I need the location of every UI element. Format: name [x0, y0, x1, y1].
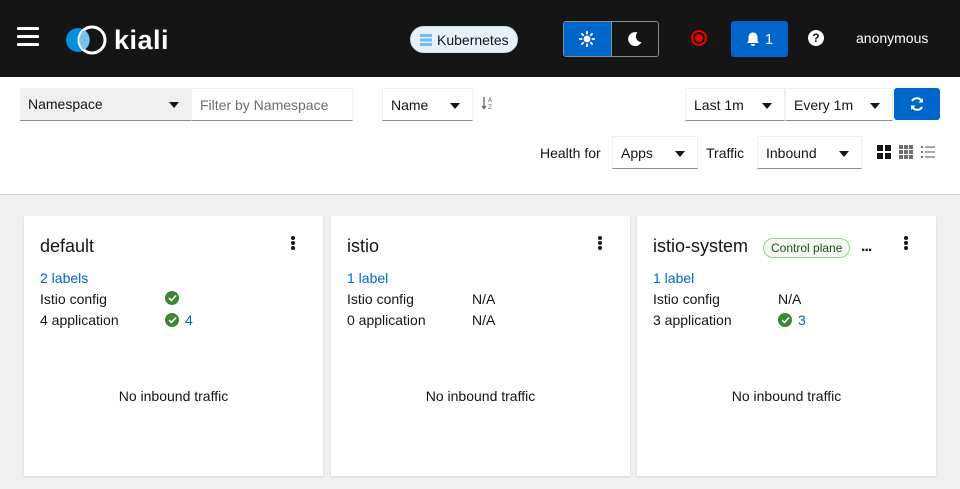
cluster-icon — [419, 33, 433, 47]
istio-config-label: Istio config — [653, 291, 720, 307]
namespace-labels-link[interactable]: 2 labels — [40, 270, 88, 286]
refresh-icon — [911, 97, 923, 111]
applications-count[interactable]: 4 — [185, 312, 193, 328]
sort-field-label: Name — [391, 96, 429, 113]
dark-theme-button[interactable] — [610, 22, 658, 56]
kiali-logo-icon — [66, 25, 107, 55]
logo-text: kiali — [114, 25, 170, 55]
kebab-menu-icon[interactable] — [291, 236, 295, 250]
filter-toolbar: Namespace Filter by Namespace Name A Z L… — [0, 77, 960, 195]
caret-down-icon — [450, 103, 460, 109]
masthead: kiali Kubernetes 1 ? anonymous — [0, 0, 960, 77]
user-menu[interactable]: anonymous — [856, 30, 928, 46]
traffic-message: No inbound traffic — [118, 388, 229, 404]
istio-config-status[interactable] — [165, 291, 179, 305]
notifications-count: 1 — [764, 30, 774, 48]
traffic-message: No inbound traffic — [425, 388, 536, 404]
control-plane-badge: Control plane — [763, 238, 851, 258]
caret-down-icon — [870, 103, 880, 109]
cluster-badge: Kubernetes — [410, 26, 518, 53]
health-for-label: Health for — [540, 145, 601, 161]
namespace-card-default: default 2 labels Istio config 4 applicat… — [24, 216, 323, 476]
istio-config-status: N/A — [778, 291, 802, 307]
help-icon[interactable]: ? — [808, 30, 824, 46]
applications-status[interactable]: 3 — [778, 312, 806, 328]
namespace-labels-link[interactable]: 1 label — [653, 270, 694, 286]
namespace-title[interactable]: default — [40, 236, 94, 257]
sort-field-select[interactable]: Name — [382, 88, 473, 121]
refresh-interval-select[interactable]: Every 1m — [785, 88, 893, 121]
caret-down-icon — [762, 103, 772, 109]
caret-down-icon — [169, 102, 179, 108]
istio-config-status: N/A — [472, 291, 496, 307]
namespace-title[interactable]: istio — [347, 236, 379, 257]
time-range-label: Last 1m — [694, 96, 744, 113]
namespace-filter-input[interactable]: Filter by Namespace — [191, 88, 353, 121]
health-type-label: Apps — [621, 144, 653, 161]
more-badges-indicator[interactable]: ... — [861, 238, 872, 256]
namespace-labels-link[interactable]: 1 label — [347, 270, 388, 286]
traffic-label: Traffic — [706, 145, 745, 161]
traffic-direction-select[interactable]: Inbound — [757, 136, 862, 169]
kebab-menu-icon[interactable] — [904, 236, 908, 250]
hamburger-menu-icon[interactable] — [17, 27, 39, 47]
applications-label: 3 application — [653, 312, 732, 328]
sun-icon — [579, 31, 596, 47]
namespace-title[interactable]: istio-system — [653, 236, 748, 257]
istio-config-label: Istio config — [347, 291, 414, 307]
check-circle-icon — [165, 313, 179, 327]
bell-icon — [746, 32, 759, 46]
traffic-message: No inbound traffic — [731, 388, 842, 404]
applications-status: N/A — [472, 312, 496, 328]
cluster-label: Kubernetes — [437, 31, 509, 48]
refresh-interval-label: Every 1m — [794, 96, 854, 113]
check-circle-icon — [165, 291, 179, 305]
applications-status[interactable]: 4 — [165, 312, 193, 328]
moon-icon — [628, 32, 642, 47]
namespace-card-istio: istio 1 label Istio config N/A 0 applica… — [331, 216, 630, 476]
expanded-grid-view-icon[interactable] — [877, 145, 891, 159]
namespace-card-istio-system: istio-system Control plane ... 1 label I… — [637, 216, 936, 476]
istio-config-label: Istio config — [40, 291, 107, 307]
namespace-filter-select-label: Namespace — [28, 96, 103, 112]
light-theme-button[interactable] — [564, 22, 611, 56]
health-type-select[interactable]: Apps — [612, 136, 698, 169]
kebab-menu-icon[interactable] — [598, 236, 602, 250]
notifications-button[interactable]: 1 — [731, 21, 788, 57]
kiali-logo[interactable]: kiali — [64, 24, 169, 56]
namespace-filter-placeholder: Filter by Namespace — [200, 96, 329, 113]
view-mode-switcher — [877, 145, 935, 159]
compact-grid-view-icon[interactable] — [899, 145, 913, 159]
traffic-direction-label: Inbound — [766, 144, 817, 161]
theme-toggle — [563, 21, 659, 57]
list-view-icon[interactable] — [921, 145, 935, 159]
sort-direction-icon[interactable]: A Z — [481, 96, 495, 113]
caret-down-icon — [839, 151, 849, 157]
caret-down-icon — [675, 151, 685, 157]
svg-text:Z: Z — [488, 104, 492, 110]
svg-text:A: A — [488, 97, 493, 104]
record-icon[interactable] — [691, 30, 707, 46]
time-range-select[interactable]: Last 1m — [685, 88, 785, 121]
check-circle-icon — [778, 313, 792, 327]
applications-count[interactable]: 3 — [798, 312, 806, 328]
refresh-button[interactable] — [894, 88, 940, 120]
namespace-filter-select[interactable]: Namespace — [20, 88, 191, 121]
applications-label: 4 application — [40, 312, 119, 328]
applications-label: 0 application — [347, 312, 426, 328]
